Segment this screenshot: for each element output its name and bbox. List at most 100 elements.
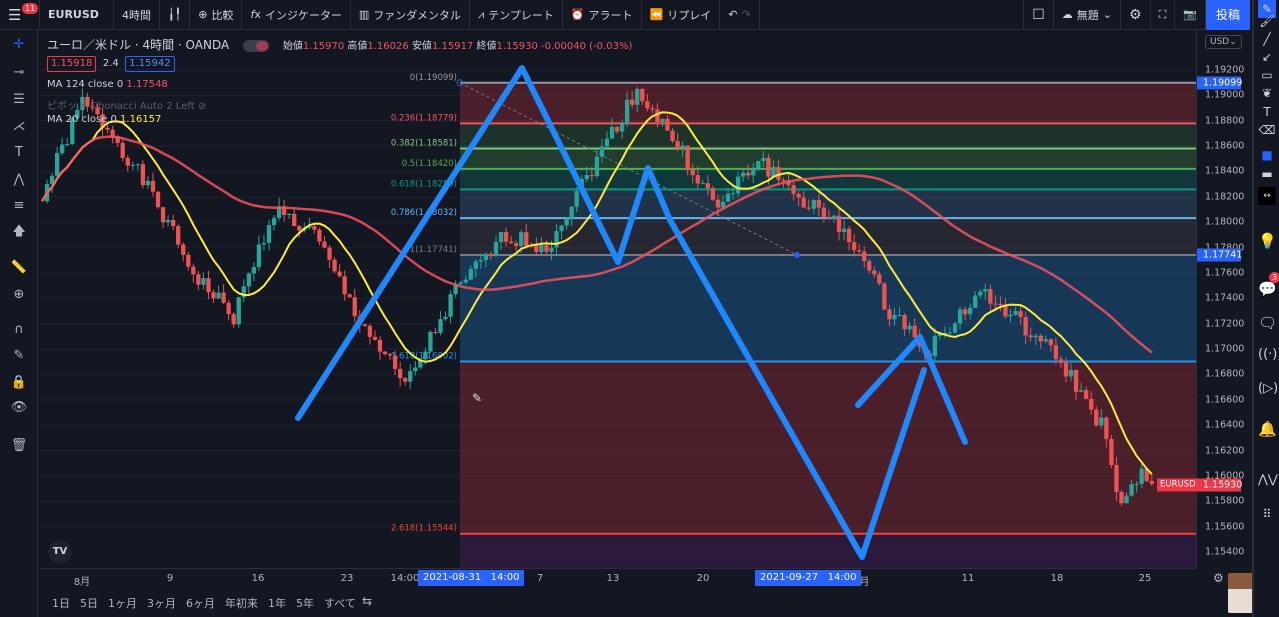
range-button[interactable]: 1年 bbox=[268, 595, 286, 611]
candle-body bbox=[766, 157, 771, 177]
time-axis[interactable]: 8月9162314:007132010月1118252021-08-31 14:… bbox=[40, 568, 1196, 588]
candle-body bbox=[1018, 311, 1023, 317]
alert-button[interactable]: ⏰ アラート bbox=[563, 0, 642, 30]
date-range-icon[interactable]: ⇆ bbox=[362, 594, 372, 608]
eye-hidden-icon[interactable]: ⊘ bbox=[198, 101, 206, 112]
pitchfork-icon[interactable]: ⋌ bbox=[10, 118, 28, 136]
right-sidebar: ✎ 🖌 ╱ ↙ ▭ ❦ T ⌫ ■ ▬ ↔ 💡 💬 3 🗨 ((·)) (▷) … bbox=[1252, 0, 1279, 617]
range-button[interactable]: 1日 bbox=[52, 595, 70, 611]
chevron-down-icon: ⌄ bbox=[1102, 8, 1113, 21]
text-icon[interactable]: T bbox=[10, 144, 28, 162]
fullscreen-button[interactable]: ⛶ bbox=[1151, 0, 1176, 30]
indicators-button[interactable]: fx インジケーター bbox=[242, 0, 351, 30]
candle-body bbox=[292, 213, 297, 227]
range-button[interactable]: 5年 bbox=[296, 595, 314, 611]
crosshair-icon[interactable]: ✛ bbox=[10, 36, 28, 54]
replay-button[interactable]: ⏪ リプレイ bbox=[642, 0, 721, 30]
candle-body bbox=[145, 180, 151, 186]
candle-body bbox=[125, 157, 130, 166]
expand-icon[interactable]: ↔ bbox=[1258, 187, 1276, 205]
hotlist-icon[interactable]: ⋀⋁ bbox=[1258, 470, 1278, 488]
compare-button[interactable]: ⊕ 比較 bbox=[190, 0, 243, 30]
sell-price-button[interactable]: 1.15918 bbox=[47, 56, 97, 72]
camera-icon: 📷 bbox=[1183, 8, 1197, 21]
ideas-icon[interactable]: 💡 bbox=[1258, 232, 1277, 250]
undo-icon[interactable]: ↶ bbox=[728, 8, 737, 21]
fib-level-label: 0.382(1.18581) bbox=[391, 139, 457, 149]
fundamentals-button[interactable]: ▥ ファンダメンタル bbox=[351, 0, 470, 30]
ma20-label[interactable]: MA 20 close 0 bbox=[47, 114, 117, 125]
candle-body bbox=[791, 185, 796, 195]
last-price-tag: 1.15930 bbox=[1197, 478, 1242, 492]
ma124-value: 1.17548 bbox=[126, 79, 168, 90]
trash-icon[interactable]: 🗑 bbox=[10, 437, 28, 455]
pivot-label[interactable]: ピボット Fibonacci Auto 2 Left bbox=[47, 101, 195, 112]
range-button[interactable]: すべて bbox=[324, 595, 356, 611]
drawing-toolbar: ✛ ⊸ ☰ ⋌ T ⋀ ≡ 🡅 📏 ⊕ ∩ ✎ 🔒 👁 🗑 bbox=[0, 30, 38, 617]
settings-button[interactable]: ⚙ bbox=[1121, 0, 1151, 30]
layout-name-button[interactable]: ☁ 無題 ⌄ bbox=[1054, 0, 1122, 30]
symbol-search[interactable]: EURUSD bbox=[40, 0, 114, 30]
messages-icon[interactable]: 🗨 bbox=[1258, 314, 1277, 332]
visibility-toggle[interactable] bbox=[243, 39, 270, 52]
range-button[interactable]: 5日 bbox=[80, 595, 98, 611]
interval-button[interactable]: 4時間 bbox=[114, 0, 160, 30]
candle-body bbox=[105, 127, 110, 130]
line-icon[interactable]: ╱ bbox=[1258, 30, 1276, 48]
templates-button[interactable]: ⩘ テンプレート bbox=[470, 0, 563, 30]
alarm-icon: ⏰ bbox=[570, 8, 585, 21]
candle-body bbox=[392, 355, 398, 369]
arrow-line-icon[interactable]: ↙ bbox=[1258, 48, 1276, 66]
axis-settings-icon[interactable]: ⚙ bbox=[1213, 571, 1224, 585]
candle-body bbox=[342, 276, 347, 295]
buy-price-button[interactable]: 1.15942 bbox=[125, 56, 175, 72]
range-button[interactable]: 3ヶ月 bbox=[147, 595, 176, 611]
arrow-up-icon[interactable]: 🡅 bbox=[10, 223, 28, 241]
candle-body bbox=[952, 323, 958, 333]
parallel-lines-icon[interactable]: ☰ bbox=[10, 91, 28, 109]
rectangle-icon[interactable]: ▭ bbox=[1258, 66, 1276, 84]
candle-body bbox=[630, 99, 635, 105]
streams-icon[interactable]: ((·)) bbox=[1258, 346, 1279, 364]
candle-body bbox=[665, 118, 670, 131]
menu-button[interactable]: ☰ 11 bbox=[0, 0, 40, 30]
price-axis[interactable]: USD⌄ 1.19200 1.19000 1.18800 1.18600 1.18400… bbox=[1157, 30, 1250, 568]
candle-body bbox=[640, 88, 645, 102]
sticker-icon[interactable]: ❦ bbox=[1258, 84, 1276, 102]
redo-icon[interactable]: ↷ bbox=[741, 8, 750, 21]
marker-icon[interactable]: 🖌 bbox=[1258, 12, 1276, 30]
candle-body bbox=[761, 157, 766, 162]
fib-zone bbox=[460, 361, 1196, 534]
apps-icon[interactable]: ⠿ bbox=[1258, 505, 1276, 523]
text-tool-icon[interactable]: T bbox=[1258, 103, 1276, 121]
candle-body bbox=[569, 206, 574, 219]
color-blue-icon[interactable]: ■ bbox=[1258, 146, 1276, 164]
candle-body bbox=[488, 253, 494, 257]
candle-body bbox=[751, 169, 756, 176]
bell-icon[interactable]: 🔔 bbox=[1258, 420, 1277, 438]
lock-drawing-icon[interactable]: ✎ bbox=[10, 347, 28, 365]
fib-icon[interactable]: ≡ bbox=[10, 197, 28, 215]
pattern-icon[interactable]: ⋀ bbox=[10, 171, 28, 189]
range-button[interactable]: 年初来 bbox=[225, 595, 258, 611]
color-white-icon[interactable]: ▬ bbox=[1258, 165, 1276, 183]
currency-selector[interactable]: USD⌄ bbox=[1205, 35, 1242, 49]
ruler-icon[interactable]: 📏 bbox=[10, 259, 28, 277]
publish-button[interactable]: 投稿 bbox=[1205, 0, 1250, 30]
chart-type-button[interactable]: ╽╿ bbox=[160, 0, 191, 30]
lock-icon[interactable]: 🔒 bbox=[10, 374, 28, 392]
eraser-icon[interactable]: ⌫ bbox=[1258, 121, 1276, 139]
horizontal-line-icon[interactable]: ⊸ bbox=[10, 64, 28, 82]
eye-icon[interactable]: 👁 bbox=[10, 399, 28, 417]
range-button[interactable]: 6ヶ月 bbox=[186, 595, 215, 611]
magnet-icon[interactable]: ∩ bbox=[10, 321, 28, 339]
broadcast-icon[interactable]: (▷) bbox=[1258, 380, 1278, 398]
close-label: 終値 bbox=[476, 41, 497, 52]
range-button[interactable]: 1ヶ月 bbox=[108, 595, 137, 611]
zoom-icon[interactable]: ⊕ bbox=[10, 286, 28, 304]
price-chart[interactable]: 0(1.19099) 0.236(1.18779) 0.382(1.18581) 0.… bbox=[40, 30, 1196, 568]
candle-body bbox=[261, 242, 267, 245]
ma124-label[interactable]: MA 124 close 0 bbox=[47, 79, 123, 90]
layout-button[interactable]: ☐ bbox=[1023, 0, 1054, 30]
snapshot-button[interactable]: 📷 bbox=[1175, 0, 1206, 30]
